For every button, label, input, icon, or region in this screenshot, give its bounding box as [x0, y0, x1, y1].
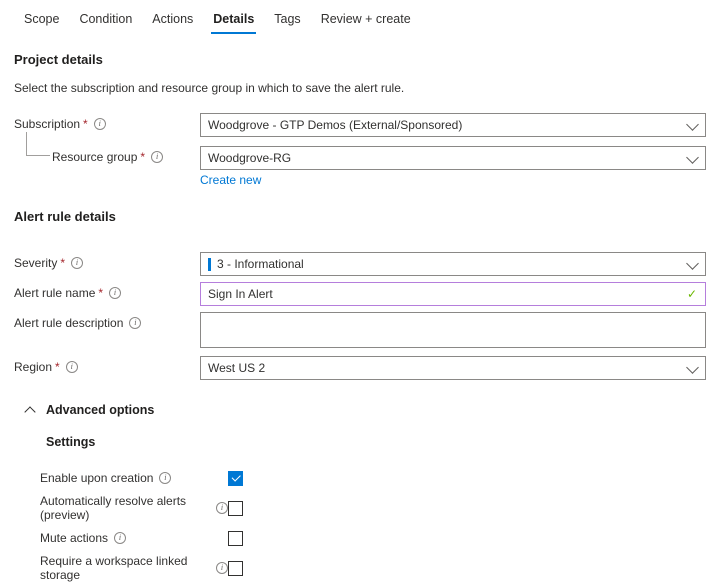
checkbox-label-cell: Require a workspace linked storage i: [40, 554, 228, 582]
tab-tags[interactable]: Tags: [264, 10, 310, 36]
chevron-up-icon: [24, 406, 35, 417]
checkbox-auto-resolve-alerts[interactable]: [228, 501, 243, 516]
info-icon[interactable]: i: [129, 317, 141, 329]
alert-rule-name-field-cell: Sign In Alert ✓: [200, 282, 720, 306]
region-row: Region * i West US 2: [0, 356, 720, 380]
tab-label: Tags: [274, 12, 300, 26]
info-icon[interactable]: i: [94, 118, 106, 130]
severity-indicator-bar: [208, 258, 211, 271]
severity-row: Severity * i 3 - Informational: [0, 252, 720, 276]
subscription-row: Subscription * i Woodgrove - GTP Demos (…: [0, 113, 720, 137]
settings-heading: Settings: [0, 435, 720, 449]
checkbox-label: Enable upon creation: [40, 471, 153, 485]
severity-label-cell: Severity * i: [14, 252, 200, 270]
subscription-field-cell: Woodgrove - GTP Demos (External/Sponsore…: [200, 113, 720, 137]
create-new-link[interactable]: Create new: [200, 173, 261, 187]
info-icon[interactable]: i: [159, 472, 171, 484]
severity-value: 3 - Informational: [217, 257, 304, 271]
checkbox-label: Require a workspace linked storage: [40, 554, 210, 582]
subscription-label: Subscription: [14, 117, 80, 131]
alert-rule-name-row: Alert rule name * i Sign In Alert ✓: [0, 282, 720, 306]
info-icon[interactable]: i: [109, 287, 121, 299]
chevron-down-icon: [686, 151, 699, 164]
alert-rule-description-row: Alert rule description i: [0, 312, 720, 348]
tab-details[interactable]: Details: [203, 10, 264, 36]
chevron-down-icon: [686, 257, 699, 270]
alert-rule-name-value: Sign In Alert: [208, 287, 273, 301]
tab-review-create[interactable]: Review + create: [311, 10, 421, 36]
info-icon[interactable]: i: [216, 502, 228, 514]
alert-rule-name-label: Alert rule name: [14, 286, 95, 300]
checkbox-label: Automatically resolve alerts (preview): [40, 494, 210, 522]
tab-label: Review + create: [321, 12, 411, 26]
tab-scope[interactable]: Scope: [14, 10, 69, 36]
required-asterisk: *: [60, 256, 65, 270]
alert-rule-description-label: Alert rule description: [14, 316, 123, 330]
region-field-cell: West US 2: [200, 356, 720, 380]
required-asterisk: *: [98, 286, 103, 300]
tab-label: Actions: [152, 12, 193, 26]
alert-rule-name-input[interactable]: Sign In Alert ✓: [200, 282, 706, 306]
resource-group-label: Resource group: [52, 150, 137, 164]
alert-rule-description-field-cell: [200, 312, 720, 348]
required-asterisk: *: [140, 150, 145, 164]
checkbox-label-cell: Mute actions i: [40, 531, 228, 545]
tab-label: Details: [213, 12, 254, 26]
required-asterisk: *: [83, 117, 88, 131]
info-icon[interactable]: i: [216, 562, 228, 574]
resource-group-row: Resource group * i Woodgrove-RG Create n…: [0, 146, 720, 187]
region-label: Region: [14, 360, 52, 374]
advanced-options-toggle[interactable]: Advanced options: [0, 403, 720, 417]
info-icon[interactable]: i: [151, 151, 163, 163]
project-details-heading: Project details: [0, 52, 720, 67]
subscription-value: Woodgrove - GTP Demos (External/Sponsore…: [208, 118, 462, 132]
checkbox-mute-actions[interactable]: [228, 531, 243, 546]
checkbox-label-cell: Enable upon creation i: [40, 471, 228, 485]
severity-label: Severity: [14, 256, 57, 270]
tab-actions[interactable]: Actions: [142, 10, 203, 36]
tab-label: Condition: [79, 12, 132, 26]
region-dropdown[interactable]: West US 2: [200, 356, 706, 380]
severity-field-cell: 3 - Informational: [200, 252, 720, 276]
resource-group-dropdown[interactable]: Woodgrove-RG: [200, 146, 706, 170]
checkbox-row-auto-resolve-alerts: Automatically resolve alerts (preview) i: [0, 493, 720, 523]
chevron-down-icon: [686, 118, 699, 131]
severity-dropdown[interactable]: 3 - Informational: [200, 252, 706, 276]
project-details-description: Select the subscription and resource gro…: [0, 81, 720, 95]
checkbox-row-workspace-linked-storage: Require a workspace linked storage i: [0, 553, 720, 583]
tab-bar: Scope Condition Actions Details Tags Rev…: [0, 0, 720, 38]
resource-group-field-cell: Woodgrove-RG Create new: [200, 146, 720, 187]
checkbox-enable-upon-creation[interactable]: [228, 471, 243, 486]
tab-label: Scope: [24, 12, 59, 26]
resource-group-value: Woodgrove-RG: [208, 151, 291, 165]
alert-rule-description-textarea[interactable]: [200, 312, 706, 348]
checkbox-label-cell: Automatically resolve alerts (preview) i: [40, 494, 228, 522]
subscription-dropdown[interactable]: Woodgrove - GTP Demos (External/Sponsore…: [200, 113, 706, 137]
tab-condition[interactable]: Condition: [69, 10, 142, 36]
advanced-options-label: Advanced options: [46, 403, 154, 417]
region-label-cell: Region * i: [14, 356, 200, 374]
chevron-down-icon: [686, 361, 699, 374]
green-check-icon: ✓: [687, 288, 697, 300]
resource-group-label-cell: Resource group * i: [14, 146, 200, 164]
alert-rule-description-label-cell: Alert rule description i: [14, 312, 200, 330]
checkbox-workspace-linked-storage[interactable]: [228, 561, 243, 576]
subscription-label-cell: Subscription * i: [14, 113, 200, 131]
checkbox-row-mute-actions: Mute actions i: [0, 523, 720, 553]
info-icon[interactable]: i: [114, 532, 126, 544]
info-icon[interactable]: i: [71, 257, 83, 269]
required-asterisk: *: [55, 360, 60, 374]
info-icon[interactable]: i: [66, 361, 78, 373]
checkbox-label: Mute actions: [40, 531, 108, 545]
alert-rule-name-label-cell: Alert rule name * i: [14, 282, 200, 300]
checkbox-row-enable-upon-creation: Enable upon creation i: [0, 463, 720, 493]
region-value: West US 2: [208, 361, 265, 375]
alert-rule-details-heading: Alert rule details: [0, 209, 720, 224]
